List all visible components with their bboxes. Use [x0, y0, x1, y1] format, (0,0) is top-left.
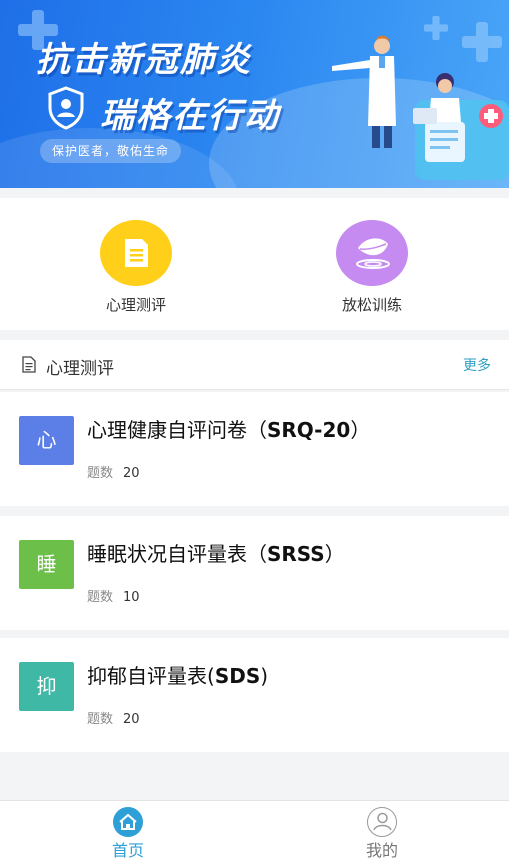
assessment-card[interactable]: 抑 抑郁自评量表(SDS) 题数 20: [0, 638, 509, 752]
document-icon: [125, 239, 148, 267]
bottom-tab-bar: 首页 我的: [0, 800, 509, 860]
assessment-title: 抑郁自评量表(SDS): [87, 664, 269, 688]
assessment-badge: 睡: [19, 540, 74, 589]
more-link[interactable]: 更多: [463, 355, 491, 375]
tab-mine[interactable]: 我的: [342, 807, 422, 860]
user-icon: [367, 807, 397, 837]
leaf-icon: [356, 238, 390, 269]
relax-circle: [336, 220, 408, 286]
tab-home-label: 首页: [111, 841, 144, 860]
assessment-title: 心理健康自评问卷（SRQ-20）: [87, 418, 371, 442]
home-icon: [113, 807, 143, 837]
banner-slogan: 保护医者，敬佑生命: [40, 139, 182, 163]
relax-training-label: 放松训练: [341, 296, 402, 314]
assessment-title: 睡眠状况自评量表（SRSS）: [87, 542, 345, 566]
relax-training-entry[interactable]: 放松训练: [302, 220, 442, 315]
quick-entry-panel: 心理测评 放松训练: [0, 198, 509, 330]
banner-title: 抗击新冠肺炎: [36, 40, 252, 80]
question-count: 题数 20: [87, 712, 140, 727]
tab-home[interactable]: 首页: [88, 807, 168, 860]
section-title: 心理测评: [46, 359, 114, 379]
assessment-card[interactable]: 睡 睡眠状况自评量表（SRSS） 题数 10: [0, 516, 509, 630]
medical-cross-icon: [424, 16, 448, 40]
nurse-illustration: [413, 73, 509, 180]
assessment-badge: 心: [19, 416, 74, 465]
assessment-circle: [100, 220, 172, 286]
banner-subtitle: 瑞格在行动: [100, 96, 280, 136]
assessment-card[interactable]: 心 心理健康自评问卷（SRQ-20） 题数 20: [0, 392, 509, 506]
question-count: 题数 10: [87, 590, 140, 605]
tab-mine-label: 我的: [365, 841, 398, 860]
psych-assessment-label: 心理测评: [105, 296, 166, 314]
psych-assessment-entry[interactable]: 心理测评: [66, 220, 206, 315]
shield-icon: [48, 86, 84, 130]
medical-cross-icon: [462, 22, 502, 62]
section-header: 心理测评 更多: [0, 340, 509, 390]
assessment-badge: 抑: [19, 662, 74, 711]
question-count: 题数 20: [87, 466, 140, 481]
top-banner[interactable]: 抗击新冠肺炎 瑞格在行动 保护医者，敬佑生命: [0, 0, 509, 188]
document-outline-icon: [22, 356, 36, 373]
